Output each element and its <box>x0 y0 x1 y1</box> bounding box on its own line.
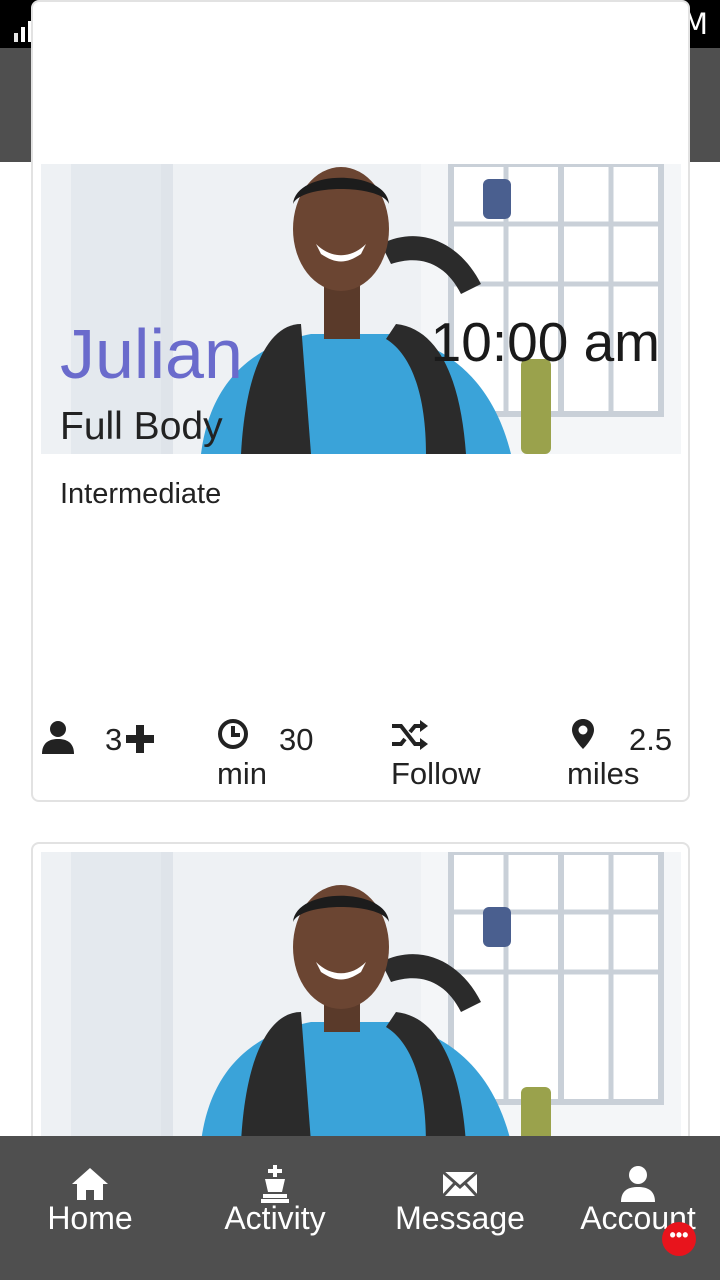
workout-type: Full Body <box>60 405 223 448</box>
nav-account[interactable]: Account <box>566 1136 710 1280</box>
trainer-name: Julian <box>60 315 243 393</box>
session-card[interactable]: Julian 10:00 am Full Body Intermediate 3… <box>31 0 690 802</box>
person-icon <box>42 721 74 754</box>
home-icon <box>72 1168 108 1200</box>
map-marker-icon <box>572 719 594 749</box>
user-icon <box>621 1166 655 1202</box>
nav-home[interactable]: Home <box>20 1136 160 1280</box>
nav-activity[interactable]: Activity <box>200 1136 350 1280</box>
bottom-navigation: Home Activity Message Account <box>0 1136 720 1280</box>
duration-value: 30 <box>279 722 314 757</box>
distance-value: 2.5 <box>629 722 673 757</box>
app-screen: 1 2 88 2:12 AM <box>0 0 720 1280</box>
envelope-icon <box>441 1170 479 1198</box>
session-time: 10:00 am <box>430 311 660 373</box>
clock-icon <box>218 719 248 749</box>
follow-label: Follow <box>391 756 481 791</box>
add-participant-icon <box>126 725 154 753</box>
nav-message-label: Message <box>395 1200 525 1236</box>
trainer-photo-image <box>41 852 681 1142</box>
nav-activity-label: Activity <box>224 1200 326 1236</box>
participants-count: 3 <box>105 722 123 757</box>
nav-message[interactable]: Message <box>385 1136 535 1280</box>
trainer-photo <box>41 852 681 1142</box>
chess-king-icon <box>261 1165 289 1203</box>
distance-unit: miles <box>567 756 640 791</box>
workout-level: Intermediate <box>60 478 222 510</box>
notification-badge[interactable]: ••• <box>662 1222 696 1256</box>
shuffle-icon <box>392 720 428 750</box>
duration-unit: min <box>217 756 267 791</box>
nav-home-label: Home <box>47 1200 133 1236</box>
